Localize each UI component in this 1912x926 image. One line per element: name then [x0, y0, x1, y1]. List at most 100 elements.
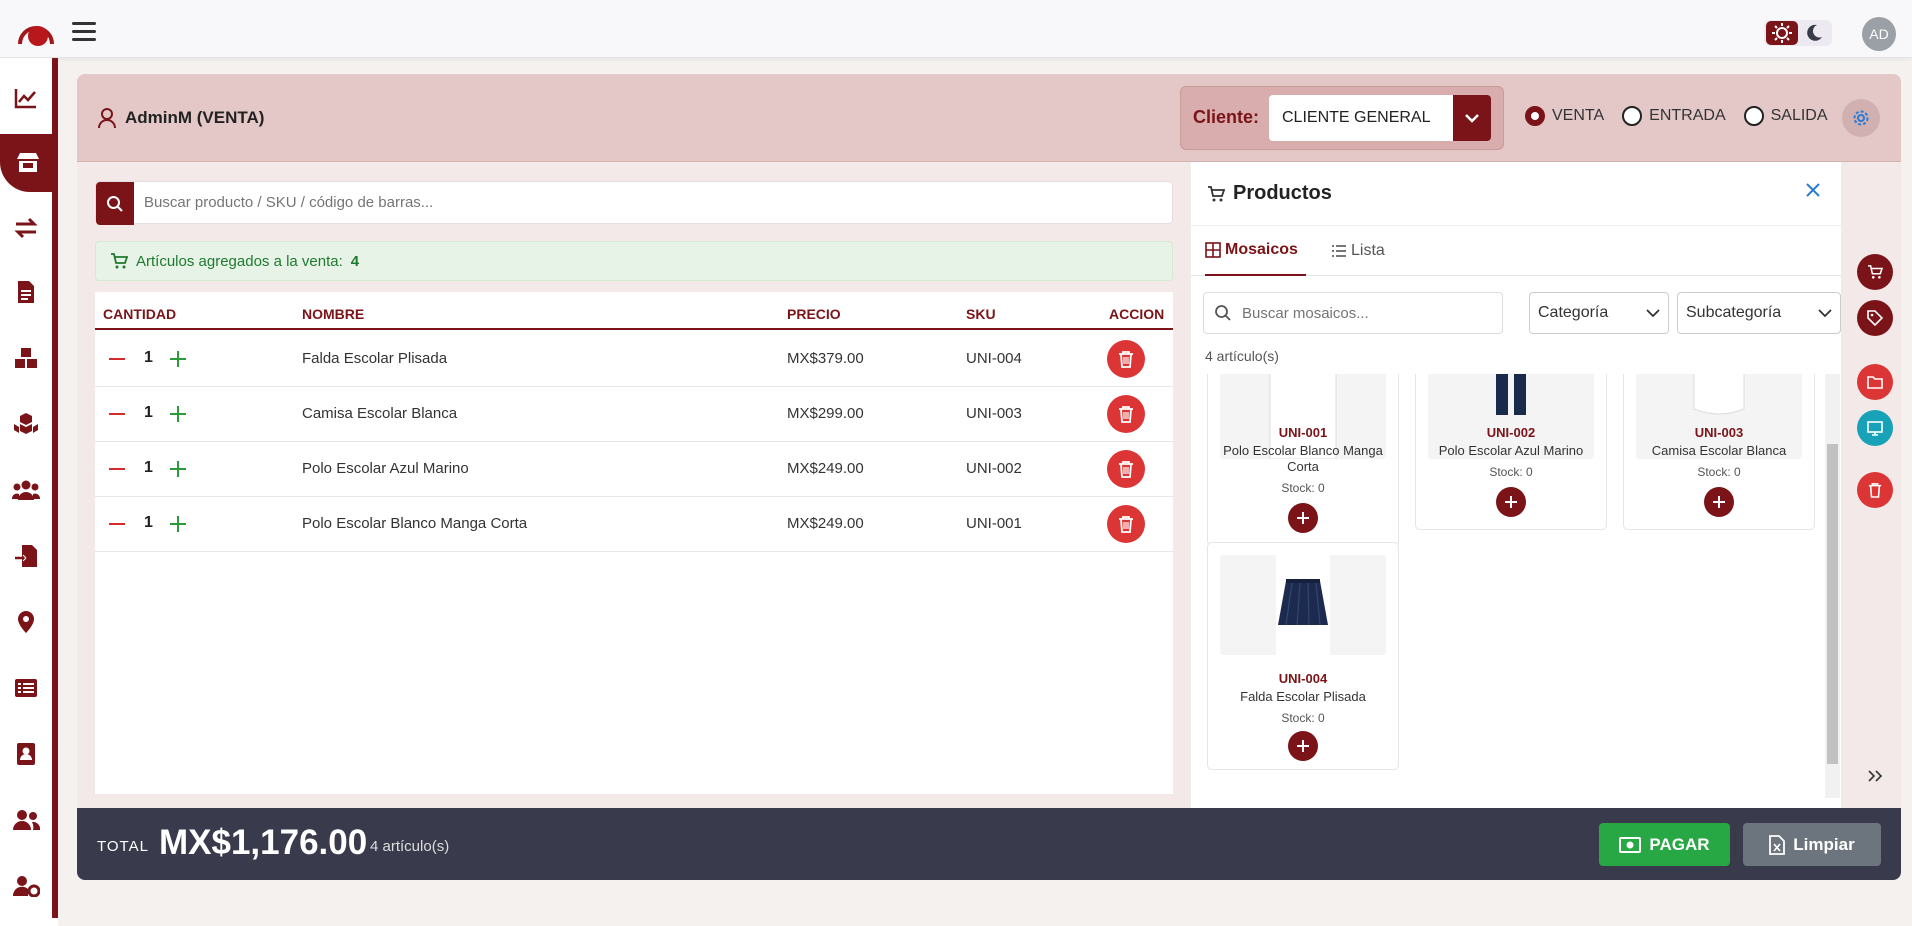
product-search	[95, 181, 1173, 225]
trash-icon[interactable]	[1107, 450, 1145, 488]
product-tile[interactable]: UNI-001 Polo Escolar Blanco Manga Corta …	[1207, 374, 1399, 546]
tile-stock: Stock: 0	[1281, 481, 1325, 495]
file-import-icon[interactable]	[10, 540, 42, 572]
tiles-scrollbar[interactable]	[1825, 374, 1840, 798]
add-icon[interactable]	[1704, 487, 1734, 517]
category-select[interactable]: Categoría	[1529, 292, 1669, 334]
cart-icon[interactable]	[1857, 254, 1893, 290]
tag-icon[interactable]	[1857, 300, 1893, 336]
radio-entrada[interactable]: ENTRADA	[1622, 106, 1726, 126]
increment-button[interactable]	[169, 460, 187, 478]
tile-stock: Stock: 0	[1697, 465, 1741, 479]
products-count: 4 artículo(s)	[1205, 348, 1279, 364]
user-group-icon[interactable]	[10, 804, 42, 836]
tab-lista[interactable]: Lista	[1331, 226, 1385, 276]
view-tabs: Mosaicos Lista	[1191, 225, 1842, 276]
subcategory-select[interactable]: Subcategoría	[1677, 292, 1841, 334]
settings-gear-icon[interactable]	[1842, 99, 1880, 137]
add-icon[interactable]	[1288, 731, 1318, 761]
increment-button[interactable]	[169, 350, 187, 368]
add-icon[interactable]	[1288, 503, 1318, 533]
users-icon[interactable]	[10, 474, 42, 506]
row-name: Camisa Escolar Blanca	[302, 405, 458, 422]
search-input[interactable]	[144, 182, 1144, 223]
radio-salida[interactable]: SALIDA	[1743, 106, 1828, 126]
col-nombre: NOMBRE	[302, 306, 365, 322]
boxes-icon[interactable]	[10, 342, 42, 374]
exchange-icon[interactable]	[10, 212, 42, 244]
product-image-falda	[1220, 555, 1386, 655]
sun-icon[interactable]	[1766, 21, 1798, 45]
sale-header: AdminM (VENTA) Cliente: CLIENTE GENERAL …	[77, 74, 1901, 162]
list-icon[interactable]	[10, 672, 42, 704]
tile-name: Polo Escolar Azul Marino	[1438, 443, 1584, 458]
chevron-double-right-icon[interactable]	[1867, 770, 1883, 782]
product-tile[interactable]: UNI-003 Camisa Escolar Blanca Stock: 0	[1623, 374, 1815, 530]
client-select[interactable]: CLIENTE GENERAL	[1269, 95, 1453, 141]
folder-icon[interactable]	[1857, 364, 1893, 400]
product-tile[interactable]: UNI-004 Falda Escolar Plisada Stock: 0	[1207, 542, 1399, 770]
search-icon[interactable]	[96, 182, 134, 225]
decrement-button[interactable]	[109, 413, 125, 415]
trash-icon[interactable]	[1107, 340, 1145, 378]
quick-actions-rail	[1841, 162, 1901, 808]
product-tile[interactable]: UNI-002 Polo Escolar Azul Marino Stock: …	[1415, 374, 1607, 530]
row-qty: 1	[144, 514, 153, 531]
chevron-down-icon	[1646, 308, 1660, 317]
mode-radio-group: VENTA ENTRADA SALIDA	[1525, 106, 1846, 126]
decrement-button[interactable]	[109, 523, 125, 525]
col-sku: SKU	[966, 306, 996, 322]
tab-mosaicos[interactable]: Mosaicos	[1205, 226, 1306, 276]
sale-card: AdminM (VENTA) Cliente: CLIENTE GENERAL …	[77, 74, 1901, 880]
tile-name: Camisa Escolar Blanca	[1651, 443, 1787, 458]
row-sku: UNI-004	[966, 350, 1022, 367]
contacts-icon[interactable]	[10, 738, 42, 770]
moon-icon[interactable]	[1804, 23, 1824, 43]
cart-icon	[1208, 185, 1225, 201]
store-icon[interactable]	[0, 134, 56, 192]
location-icon[interactable]	[10, 606, 42, 638]
items-added-count: 4	[350, 252, 360, 270]
sidebar	[0, 58, 58, 926]
avatar[interactable]: AD	[1862, 17, 1896, 51]
tile-sku: UNI-002	[1486, 425, 1536, 440]
monitor-icon[interactable]	[1857, 410, 1893, 446]
clear-button[interactable]: Limpiar	[1743, 823, 1881, 866]
row-price: MX$249.00	[787, 460, 864, 477]
pay-button[interactable]: PAGAR	[1599, 823, 1730, 866]
row-price: MX$249.00	[787, 515, 864, 532]
radio-venta[interactable]: VENTA	[1525, 106, 1604, 126]
add-icon[interactable]	[1496, 487, 1526, 517]
tile-search	[1203, 292, 1503, 334]
chart-line-icon[interactable]	[10, 82, 42, 114]
products-title: Productos	[1207, 182, 1332, 205]
grid-icon	[1205, 242, 1221, 258]
items-added-label: Artículos agregados a la venta:	[136, 252, 343, 270]
chevron-down-icon[interactable]	[1453, 95, 1491, 141]
trash-icon[interactable]	[1107, 395, 1145, 433]
theme-toggle[interactable]	[1764, 20, 1832, 46]
user-label: AdminM (VENTA)	[125, 108, 265, 127]
cart-icon	[111, 253, 128, 269]
row-name: Polo Escolar Azul Marino	[302, 460, 469, 477]
col-precio: PRECIO	[787, 306, 841, 322]
cubes-icon[interactable]	[10, 408, 42, 440]
decrement-button[interactable]	[109, 468, 125, 470]
user-gear-icon[interactable]	[10, 870, 42, 902]
document-icon[interactable]	[10, 276, 42, 308]
money-icon	[1619, 836, 1642, 853]
user-icon	[98, 108, 116, 129]
app-logo[interactable]	[14, 14, 56, 48]
row-qty: 1	[144, 404, 153, 421]
trash-icon[interactable]	[1107, 505, 1145, 543]
menu-icon[interactable]	[72, 22, 96, 42]
close-icon[interactable]	[1805, 182, 1821, 198]
top-bar: AD	[0, 0, 1912, 58]
tile-search-input[interactable]	[1242, 304, 1482, 322]
trash-icon[interactable]	[1857, 472, 1893, 508]
increment-button[interactable]	[169, 515, 187, 533]
tile-name: Falda Escolar Plisada	[1240, 689, 1366, 704]
decrement-button[interactable]	[109, 358, 125, 360]
row-name: Polo Escolar Blanco Manga Corta	[302, 515, 528, 532]
increment-button[interactable]	[169, 405, 187, 423]
